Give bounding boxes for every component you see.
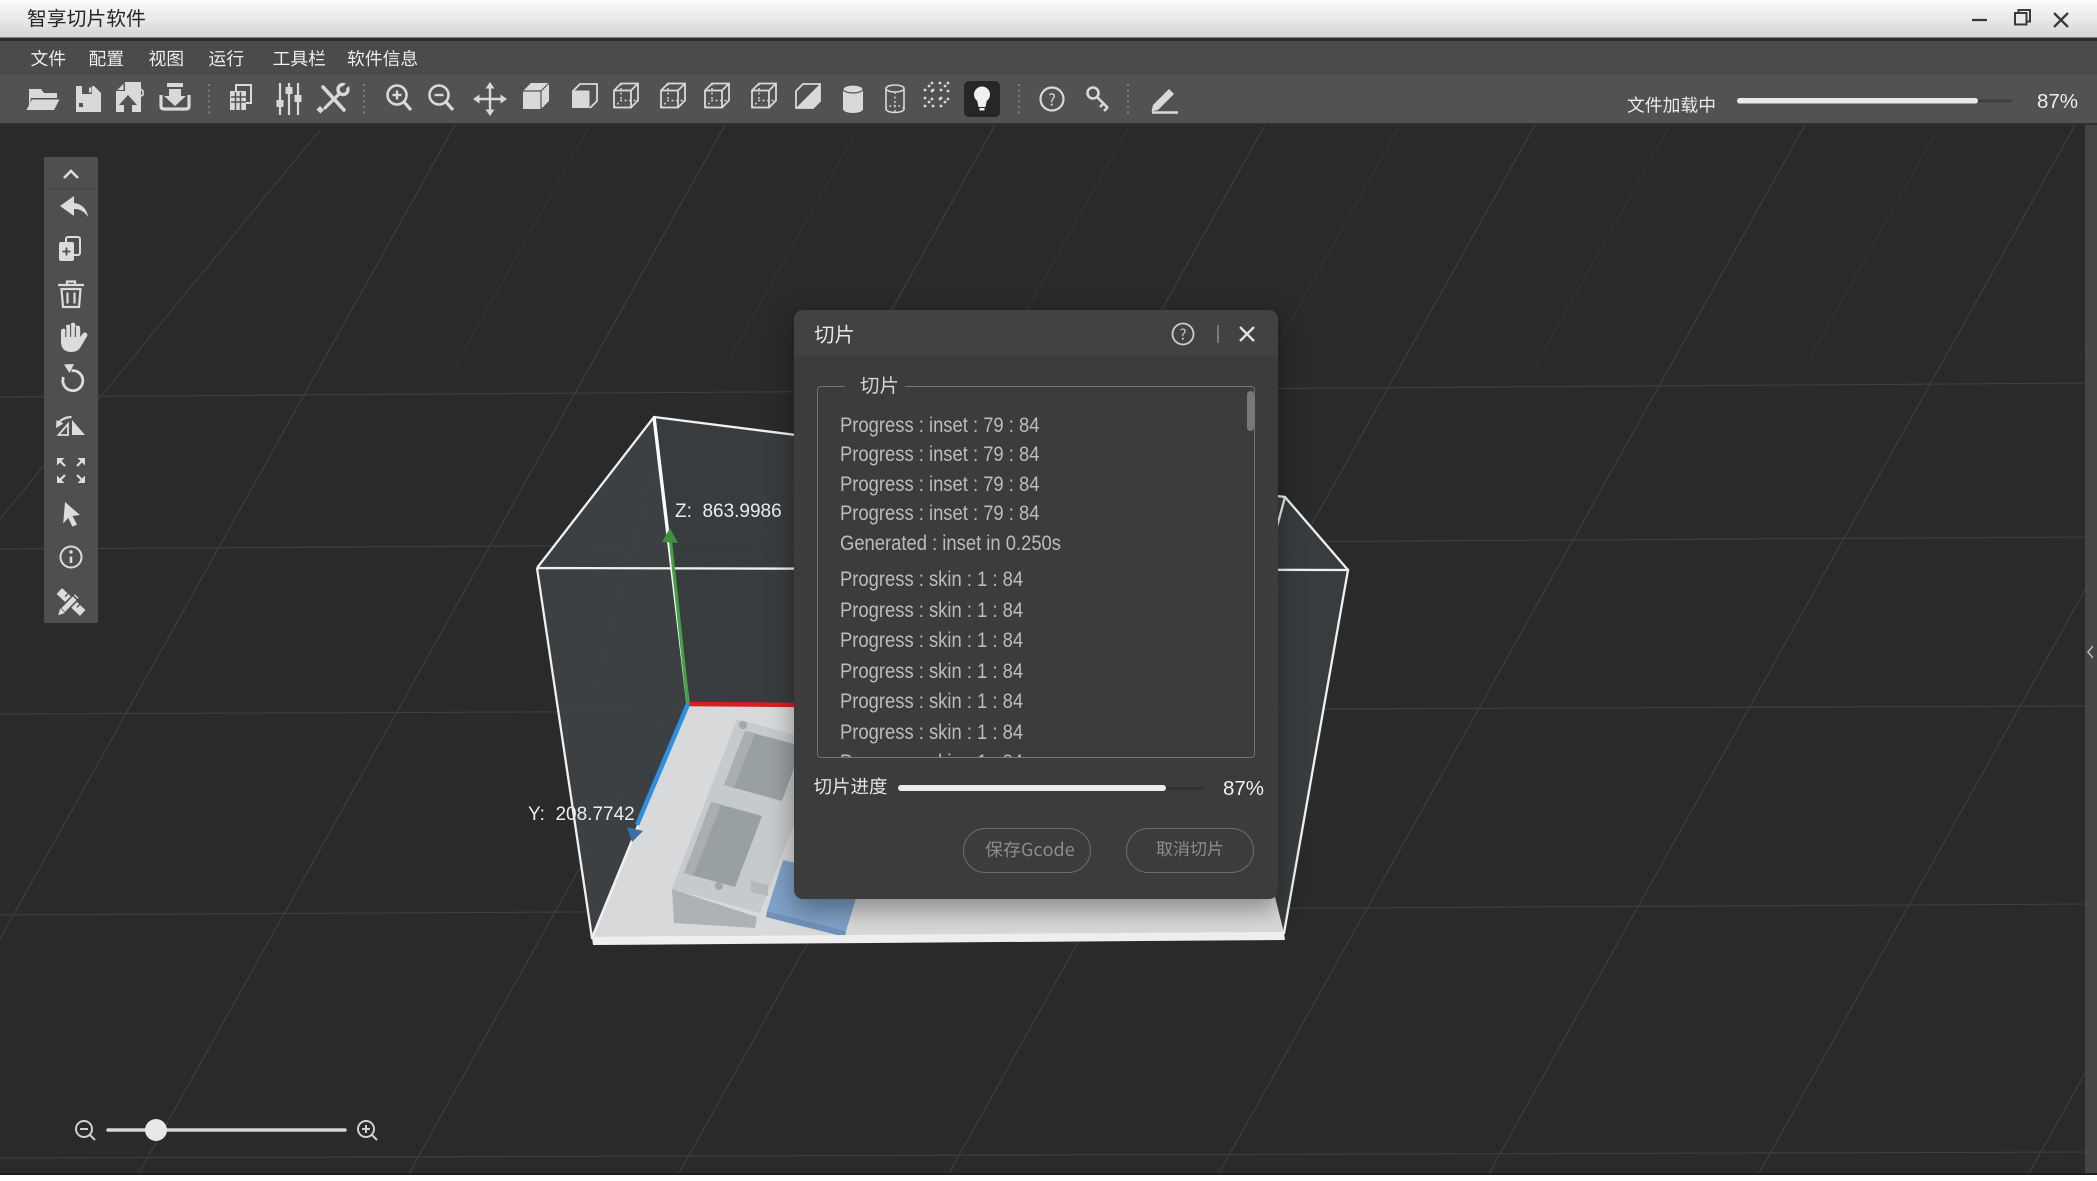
svg-text:Z: 863.9986: Z: 863.9986 [675,501,782,522]
svg-text:Y: 208.7742: Y: 208.7742 [528,804,635,825]
svg-text:87%: 87% [2037,90,2078,113]
